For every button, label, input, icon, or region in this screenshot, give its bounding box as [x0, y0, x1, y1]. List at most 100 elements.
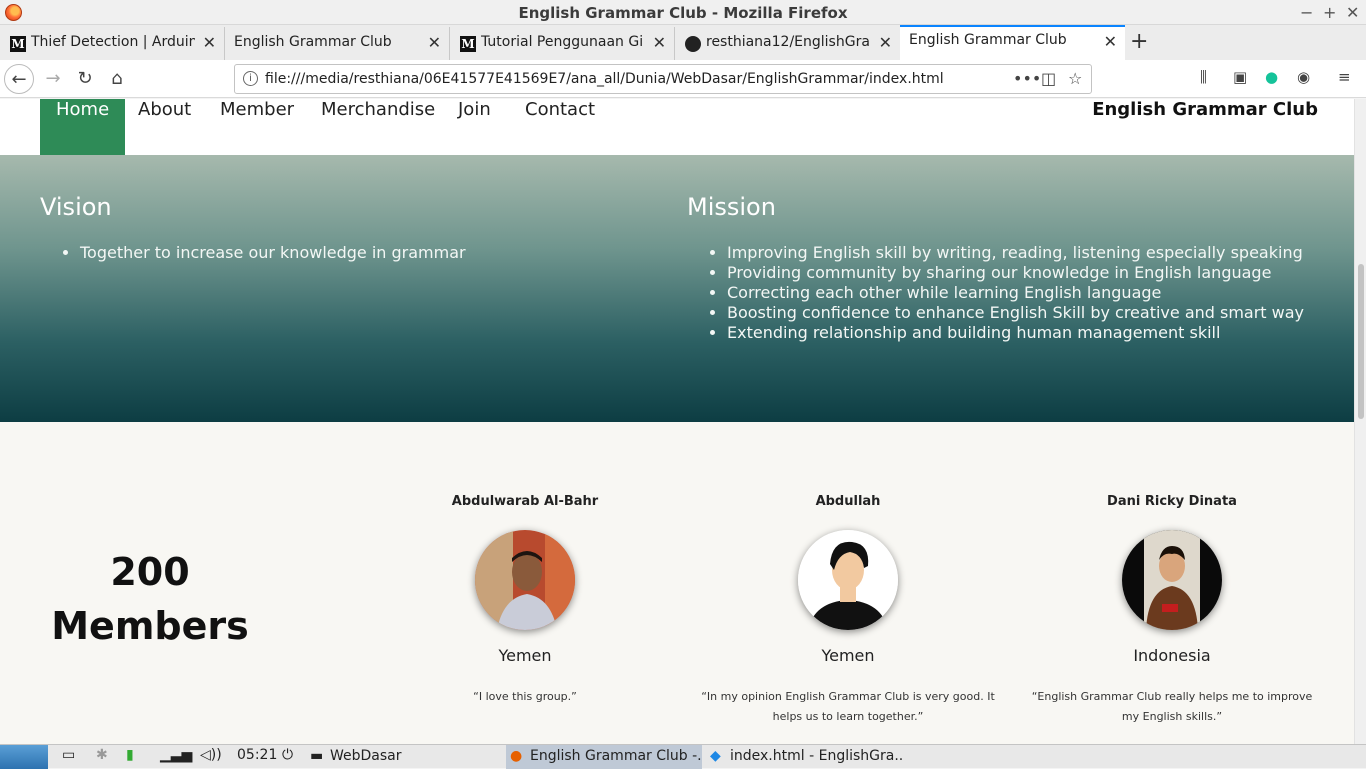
mission-item: Providing community by sharing our knowl… — [727, 263, 1347, 283]
member-name: Abdullah — [815, 494, 881, 509]
tab-label: resthiana12/EnglishGram — [706, 34, 870, 50]
member-count-number: 200 — [110, 550, 190, 594]
member-country: Yemen — [498, 646, 552, 665]
navigation-toolbar: ← → ↻ ⌂ i file:///media/resthiana/06E415… — [0, 60, 1366, 98]
window-title: English Grammar Club - Mozilla Firefox — [518, 4, 848, 22]
mission-item: Improving English skill by writing, read… — [727, 243, 1347, 263]
library-icon[interactable]: ⫼ — [1200, 68, 1207, 86]
close-tab-icon[interactable]: ✕ — [203, 33, 216, 52]
nav-contact[interactable]: Contact — [509, 99, 611, 155]
member-country: Indonesia — [1133, 646, 1211, 665]
tab-english-grammar-club-active[interactable]: English Grammar Club ✕ — [900, 25, 1125, 60]
close-tab-icon[interactable]: ✕ — [653, 33, 666, 52]
clock: 05:21 — [237, 747, 278, 763]
github-icon — [685, 36, 701, 52]
mission-title: Mission — [687, 193, 776, 221]
page-actions-icon[interactable]: ••• — [1013, 69, 1041, 88]
tab-strip: M Thief Detection | Arduino ✕ English Gr… — [0, 25, 1366, 60]
site-info-icon[interactable]: i — [243, 71, 258, 86]
show-desktop-icon[interactable]: ▭ — [62, 747, 75, 763]
member-count: 200 Members — [40, 545, 260, 653]
sidebar-icon[interactable]: ▣ — [1233, 68, 1247, 86]
forward-button[interactable]: → — [38, 64, 68, 94]
vision-title: Vision — [40, 193, 112, 221]
nav-member[interactable]: Member — [204, 99, 310, 155]
scrollbar-thumb[interactable] — [1358, 264, 1364, 419]
close-tab-icon[interactable]: ✕ — [428, 33, 441, 52]
mission-list: Improving English skill by writing, read… — [727, 243, 1347, 343]
taskbar-window-vscode[interactable]: ◆ index.html - EnglishGra... — [706, 745, 902, 769]
member-card: Dani Ricky Dinata Indonesia “English Gra… — [1012, 494, 1332, 727]
vision-list: Together to increase our knowledge in gr… — [80, 243, 640, 263]
member-card: Abdulwarab Al-Bahr Yemen “I love this gr… — [365, 494, 685, 707]
taskbar-window-firefox[interactable]: ● English Grammar Club -... — [506, 745, 702, 769]
maximize-button[interactable]: + — [1323, 3, 1336, 22]
tab-label: Thief Detection | Arduino — [31, 34, 195, 50]
member-quote: “I love this group.” — [473, 690, 577, 703]
mission-item: Correcting each other while learning Eng… — [727, 283, 1347, 303]
member-name: Dani Ricky Dinata — [1107, 494, 1237, 509]
vscode-icon: ◆ — [710, 748, 721, 764]
back-button[interactable]: ← — [4, 64, 34, 94]
url-text[interactable]: file:///media/resthiana/06E41577E41569E7… — [265, 71, 944, 87]
grammarly-icon[interactable]: ● — [1265, 68, 1278, 86]
new-tab-button[interactable]: + — [1130, 29, 1148, 54]
network-icon[interactable]: ▁▃▅ — [160, 747, 192, 763]
members-section: 200 Members Abdulwarab Al-Bahr Yemen “I … — [0, 422, 1354, 744]
taskbar-window-label: index.html - EnglishGra... — [730, 748, 902, 764]
page-viewport: Home About Member Merchandise Join Conta… — [0, 99, 1354, 744]
member-country: Yemen — [821, 646, 875, 665]
nav-merchandise[interactable]: Merchandise — [305, 99, 451, 155]
battery-icon[interactable]: ▮ — [126, 747, 134, 763]
close-tab-icon[interactable]: ✕ — [879, 33, 892, 52]
start-menu-button[interactable] — [0, 745, 48, 769]
tab-tutorial-git[interactable]: M Tutorial Penggunaan Git ✕ — [450, 27, 675, 60]
tab-label: English Grammar Club — [909, 32, 1067, 48]
member-quote: “English Grammar Club really helps me to… — [1031, 690, 1313, 723]
menu-icon[interactable]: ≡ — [1338, 68, 1351, 86]
member-card: Abdullah Yemen “In my opinion English Gr… — [688, 494, 1008, 727]
volume-icon[interactable]: ◁)) — [200, 747, 222, 763]
bookmark-star-icon[interactable]: ☆ — [1068, 69, 1082, 88]
member-avatar — [1122, 530, 1222, 630]
vision-item: Together to increase our knowledge in gr… — [80, 243, 640, 263]
member-count-label: Members — [51, 604, 249, 648]
bluetooth-icon[interactable]: ✱ — [96, 747, 108, 763]
os-taskbar: ▭ ✱ ▮ ▁▃▅ ◁)) 05:21 ⏻ ▬ WebDasar ● Engli… — [0, 744, 1366, 769]
member-quote: “In my opinion English Grammar Club is v… — [701, 690, 995, 723]
address-bar[interactable]: i file:///media/resthiana/06E41577E41569… — [234, 64, 1092, 94]
folder-icon: ▬ — [310, 748, 324, 764]
tab-thief-detection[interactable]: M Thief Detection | Arduino ✕ — [0, 27, 225, 60]
medium-icon: M — [10, 36, 26, 52]
tab-github-repo[interactable]: resthiana12/EnglishGram ✕ — [675, 27, 900, 60]
tab-label: Tutorial Penggunaan Git — [481, 34, 643, 50]
reload-button[interactable]: ↻ — [70, 64, 100, 94]
site-brand[interactable]: English Grammar Club — [1092, 99, 1318, 120]
medium-icon: M — [460, 36, 476, 52]
member-avatar — [475, 530, 575, 630]
site-navbar: Home About Member Merchandise Join Conta… — [0, 99, 1354, 155]
account-icon[interactable]: ◉ — [1297, 68, 1310, 86]
nav-home[interactable]: Home — [40, 99, 126, 155]
member-avatar — [798, 530, 898, 630]
power-icon[interactable]: ⏻ — [282, 747, 293, 763]
mission-item: Boosting confidence to enhance English S… — [727, 303, 1347, 323]
close-window-button[interactable]: ✕ — [1346, 3, 1359, 22]
mission-item: Extending relationship and building huma… — [727, 323, 1347, 343]
firefox-icon: ● — [510, 748, 523, 764]
minimize-button[interactable]: − — [1300, 3, 1313, 22]
pocket-icon[interactable]: ◫ — [1041, 69, 1056, 88]
tab-label: English Grammar Club — [234, 34, 392, 50]
window-titlebar: English Grammar Club - Mozilla Firefox −… — [0, 0, 1366, 25]
tab-english-grammar-club[interactable]: English Grammar Club ✕ — [225, 27, 450, 60]
member-name: Abdulwarab Al-Bahr — [451, 494, 599, 509]
nav-join[interactable]: Join — [442, 99, 507, 155]
close-tab-icon[interactable]: ✕ — [1104, 32, 1117, 51]
taskbar-window-label: WebDasar — [330, 748, 402, 764]
taskbar-window-label: English Grammar Club -... — [530, 748, 702, 764]
vision-mission-section: Vision Together to increase our knowledg… — [0, 155, 1354, 422]
page-scrollbar[interactable] — [1354, 99, 1366, 744]
taskbar-window-webdasar[interactable]: ▬ WebDasar — [306, 745, 502, 769]
home-button[interactable]: ⌂ — [102, 64, 132, 94]
nav-about[interactable]: About — [122, 99, 207, 155]
